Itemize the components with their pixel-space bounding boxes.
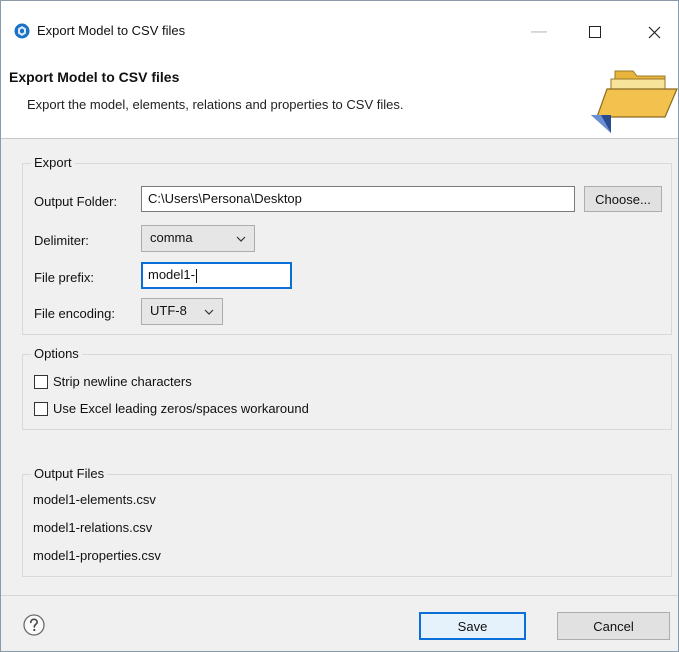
app-logo-icon — [14, 23, 30, 39]
file-prefix-value: model1- — [148, 267, 195, 282]
output-folder-field[interactable]: C:\Users\Persona\Desktop — [141, 186, 575, 212]
file-encoding-label: File encoding: — [34, 306, 115, 321]
strip-newline-checkbox[interactable] — [34, 375, 48, 389]
wizard-banner: Export Model to CSV files Export the mod… — [1, 63, 678, 139]
minimize-icon: — — [531, 23, 547, 40]
text-caret — [195, 268, 197, 283]
maximize-icon — [589, 26, 601, 38]
delimiter-select[interactable]: comma — [141, 225, 255, 252]
output-folder-label: Output Folder: — [34, 194, 118, 209]
output-file-item: model1-properties.csv — [33, 548, 161, 563]
chevron-down-icon — [236, 236, 246, 242]
strip-newline-label[interactable]: Strip newline characters — [53, 374, 192, 389]
excel-workaround-label[interactable]: Use Excel leading zeros/spaces workaroun… — [53, 401, 309, 416]
question-mark-icon[interactable] — [23, 614, 45, 636]
file-encoding-value: UTF-8 — [150, 303, 187, 318]
output-file-item: model1-relations.csv — [33, 520, 153, 535]
delimiter-value: comma — [150, 230, 193, 245]
delimiter-label: Delimiter: — [34, 233, 89, 248]
cancel-button[interactable]: Cancel — [557, 612, 670, 640]
window-title: Export Model to CSV files — [37, 23, 186, 38]
title-bar: Export Model to CSV files — — [1, 1, 678, 63]
chevron-down-icon — [204, 309, 214, 315]
file-prefix-label: File prefix: — [34, 270, 94, 285]
choose-folder-button[interactable]: Choose... — [584, 186, 662, 212]
open-folder-icon — [591, 70, 678, 133]
options-group-legend: Options — [31, 346, 82, 361]
save-button[interactable]: Save — [419, 612, 526, 640]
export-dialog: Export Model to CSV files — Export Model… — [0, 0, 679, 652]
banner-description: Export the model, elements, relations an… — [27, 97, 404, 112]
file-prefix-field[interactable]: model1- — [141, 262, 292, 289]
output-files-group: Output Files model1-elements.csv model1-… — [22, 466, 672, 577]
options-group: Options Strip newline characters Use Exc… — [22, 346, 672, 430]
maximize-button[interactable] — [572, 15, 618, 49]
close-icon — [648, 26, 660, 38]
file-encoding-select[interactable]: UTF-8 — [141, 298, 223, 325]
minimize-button[interactable]: — — [516, 15, 562, 49]
output-file-item: model1-elements.csv — [33, 492, 156, 507]
close-button[interactable] — [631, 15, 677, 49]
export-group: Export Output Folder: C:\Users\Persona\D… — [22, 155, 672, 335]
excel-workaround-checkbox[interactable] — [34, 402, 48, 416]
banner-title: Export Model to CSV files — [9, 69, 180, 85]
dialog-footer: Save Cancel — [1, 595, 678, 651]
output-files-group-legend: Output Files — [31, 466, 108, 481]
export-group-legend: Export — [31, 155, 75, 170]
